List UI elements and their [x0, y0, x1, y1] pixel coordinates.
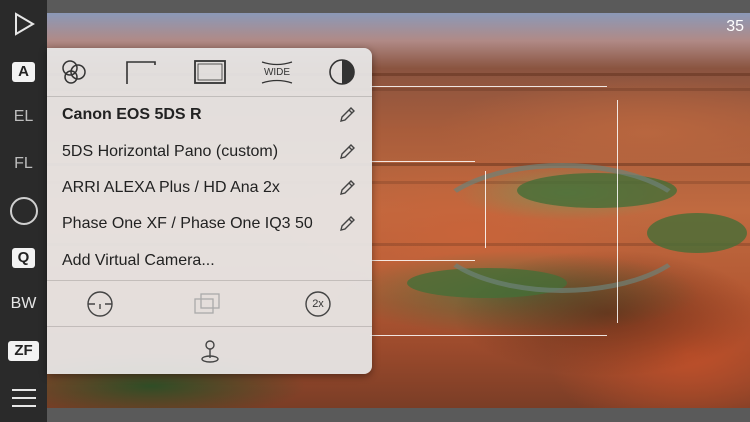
- location-pin-icon: [201, 340, 219, 363]
- sidebar-item-zf[interactable]: ZF: [0, 339, 47, 363]
- frame-rect-icon: [194, 60, 226, 84]
- play-icon: [14, 12, 35, 36]
- panel-toolbar: WIDE: [47, 48, 372, 97]
- frame-line: [617, 100, 618, 323]
- lenses-icon: [62, 60, 86, 84]
- camera-label: Canon EOS 5DS R: [62, 106, 202, 123]
- frame-line: [370, 335, 607, 336]
- camera-item[interactable]: Phase One XF / Phase One IQ3 50: [62, 206, 357, 242]
- camera-item[interactable]: Canon EOS 5DS R: [62, 97, 357, 133]
- menu-button[interactable]: [0, 384, 47, 412]
- frame-rect-button[interactable]: [193, 58, 227, 86]
- hamburger-menu-icon: [11, 389, 36, 407]
- sidebar-item-label: EL: [13, 108, 34, 125]
- sidebar: A EL FL Q BW ZF: [0, 0, 47, 422]
- camera-label: Phase One XF / Phase One IQ3 50: [62, 215, 313, 232]
- frame-count: 35: [726, 18, 744, 35]
- divider: [47, 326, 372, 327]
- overlay-frames-icon: [194, 293, 220, 314]
- virtual-camera-panel: WIDE Canon EOS 5DS R 5DS Horizontal Pano…: [47, 48, 372, 374]
- add-camera-label: Add Virtual Camera...: [62, 252, 215, 269]
- sidebar-item-shutter[interactable]: [0, 195, 47, 227]
- level-icon: [87, 291, 113, 317]
- sidebar-item-label: FL: [14, 155, 33, 172]
- sidebar-item-label: Q: [11, 248, 36, 268]
- camera-item[interactable]: ARRI ALEXA Plus / HD Ana 2x: [62, 170, 357, 206]
- frame-corner-button[interactable]: [124, 58, 158, 86]
- camera-label: 5DS Horizontal Pano (custom): [62, 143, 279, 160]
- sidebar-item-fl[interactable]: FL: [0, 152, 47, 176]
- sidebar-item-label: A: [12, 62, 35, 82]
- sidebar-item-el[interactable]: EL: [0, 105, 47, 129]
- camera-item[interactable]: 5DS Horizontal Pano (custom): [62, 134, 357, 170]
- circle-icon: [9, 197, 38, 225]
- contrast-icon: [329, 59, 355, 85]
- pencil-icon[interactable]: [337, 178, 357, 198]
- pencil-icon[interactable]: [337, 105, 357, 125]
- lenses-button[interactable]: [59, 58, 89, 86]
- overlay-frames-button[interactable]: [192, 289, 222, 319]
- contrast-button[interactable]: [327, 58, 357, 86]
- frame-line: [485, 171, 486, 248]
- location-button[interactable]: [195, 336, 225, 366]
- sidebar-item-bw[interactable]: BW: [0, 292, 47, 316]
- divider: [47, 280, 372, 281]
- pencil-icon[interactable]: [337, 214, 357, 234]
- sidebar-item-label: BW: [10, 295, 37, 312]
- pencil-icon[interactable]: [337, 142, 357, 162]
- wide-button[interactable]: WIDE: [259, 58, 295, 86]
- frame-line: [370, 161, 475, 162]
- play-button[interactable]: [0, 8, 47, 40]
- wide-arc-icon: [261, 79, 293, 84]
- sidebar-item-a[interactable]: A: [0, 60, 47, 84]
- frame-line: [370, 86, 607, 87]
- add-virtual-camera-button[interactable]: Add Virtual Camera...: [62, 243, 357, 279]
- frame-line: [370, 260, 475, 261]
- wide-label: WIDE: [263, 66, 291, 78]
- camera-label: ARRI ALEXA Plus / HD Ana 2x: [62, 179, 280, 196]
- squeeze-2x-button[interactable]: 2x: [303, 289, 333, 319]
- top-bar: [0, 0, 750, 13]
- sidebar-item-q[interactable]: Q: [0, 246, 47, 270]
- squeeze-label: 2x: [312, 298, 324, 310]
- frame-corner-icon: [126, 61, 156, 84]
- bottom-bar: [0, 408, 750, 422]
- level-button[interactable]: [85, 289, 115, 319]
- sidebar-item-label: ZF: [8, 341, 39, 361]
